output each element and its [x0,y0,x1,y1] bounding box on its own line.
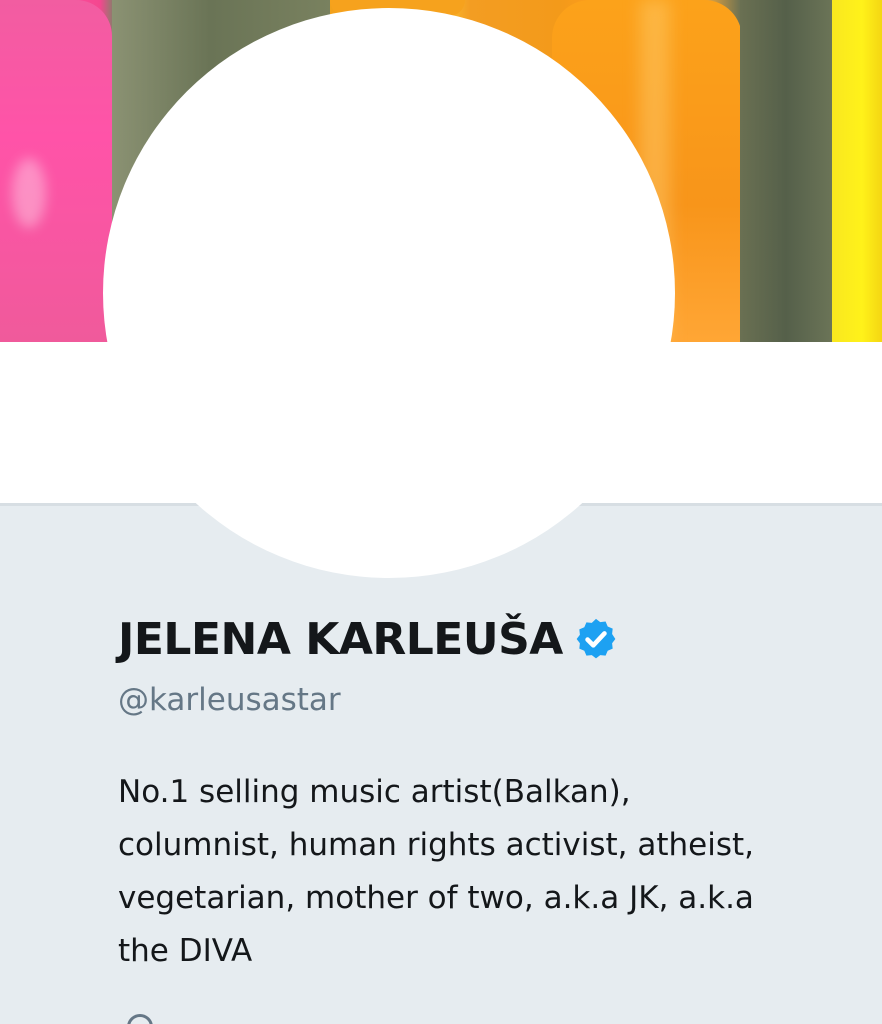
bio-line: the DIVA [118,933,253,969]
banner-band-olive [740,0,832,342]
profile-handle[interactable]: @karleusastar [118,682,341,718]
profile-bio: No.1 selling music artist(Balkan), colum… [118,766,818,978]
profile-page: JELENA KARLEUŠA @karleusastar No.1 selli… [0,0,882,1024]
bio-line: vegetarian, mother of two, a.k.a JK, a.k… [118,880,754,916]
profile-display-name[interactable]: JELENA KARLEUŠA [118,614,563,665]
verified-badge-icon [573,616,619,662]
location-pin-icon [127,1014,153,1024]
profile-avatar[interactable] [103,8,675,578]
profile-name-row: JELENA KARLEUŠA [118,606,619,672]
banner-band-pink [0,0,112,342]
bio-line: No.1 selling music artist(Balkan), [118,774,631,810]
banner-band-yellow [832,0,882,342]
bio-line: columnist, human rights activist, atheis… [118,827,754,863]
